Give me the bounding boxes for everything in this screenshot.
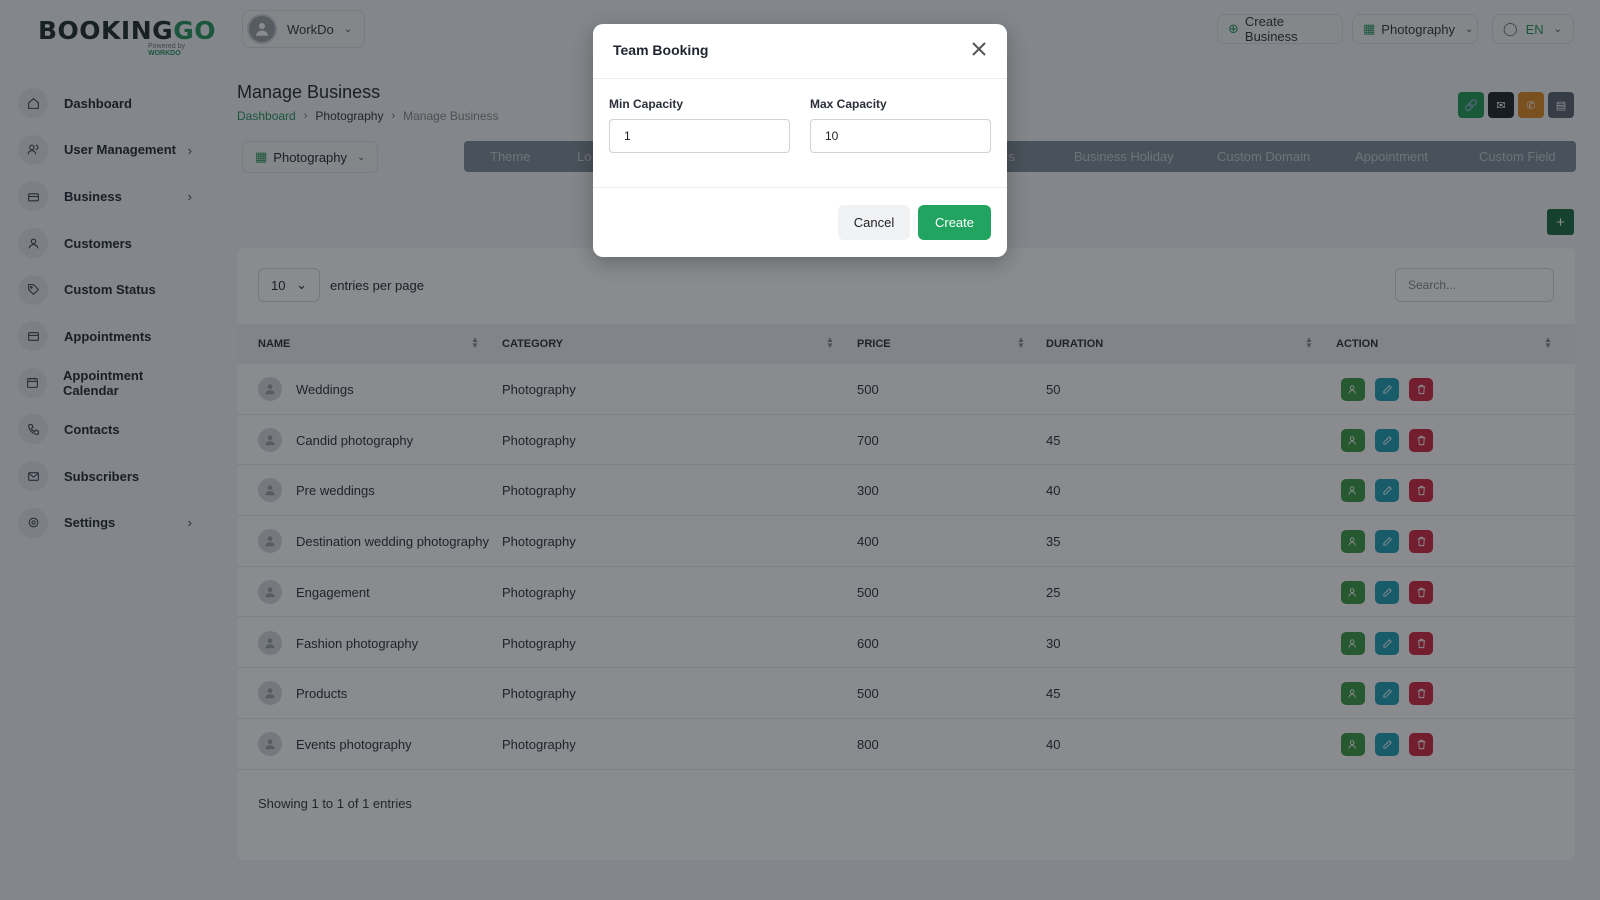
team-booking-modal: Team Booking Min Capacity Max Capacity C…	[593, 24, 1007, 257]
max-capacity-input[interactable]	[810, 119, 991, 153]
create-button[interactable]: Create	[918, 205, 991, 240]
close-icon[interactable]	[971, 41, 989, 59]
min-capacity-label: Min Capacity	[609, 97, 684, 111]
cancel-button[interactable]: Cancel	[838, 205, 910, 240]
min-capacity-input[interactable]	[609, 119, 790, 153]
modal-divider	[593, 78, 1007, 79]
max-capacity-label: Max Capacity	[810, 97, 887, 111]
modal-divider	[593, 187, 1007, 188]
modal-title: Team Booking	[613, 42, 709, 58]
